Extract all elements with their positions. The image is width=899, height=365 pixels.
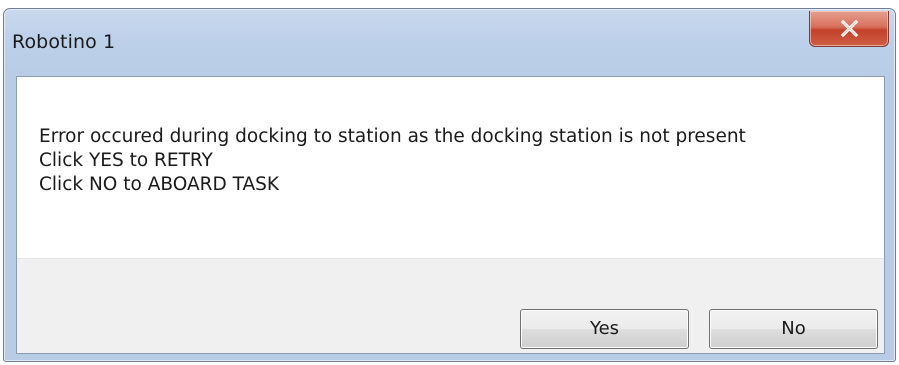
button-panel: Yes No <box>17 258 884 353</box>
message-line-error: Error occured during docking to station … <box>39 126 746 147</box>
message-panel: Error occured during docking to station … <box>17 77 884 258</box>
yes-button[interactable]: Yes <box>520 309 689 349</box>
window-title: Robotino 1 <box>12 31 116 53</box>
message-box-window: Robotino 1 Error occured during docking … <box>3 8 896 362</box>
error-message: Error occured during docking to station … <box>39 125 746 197</box>
message-line-abort: Click NO to ABOARD TASK <box>39 174 279 195</box>
message-line-retry: Click YES to RETRY <box>39 150 213 171</box>
title-bar[interactable]: Robotino 1 <box>4 9 895 77</box>
no-button[interactable]: No <box>709 309 878 349</box>
dialog-content: Error occured during docking to station … <box>16 76 885 354</box>
close-x-icon <box>840 20 859 37</box>
close-button[interactable] <box>809 11 889 47</box>
